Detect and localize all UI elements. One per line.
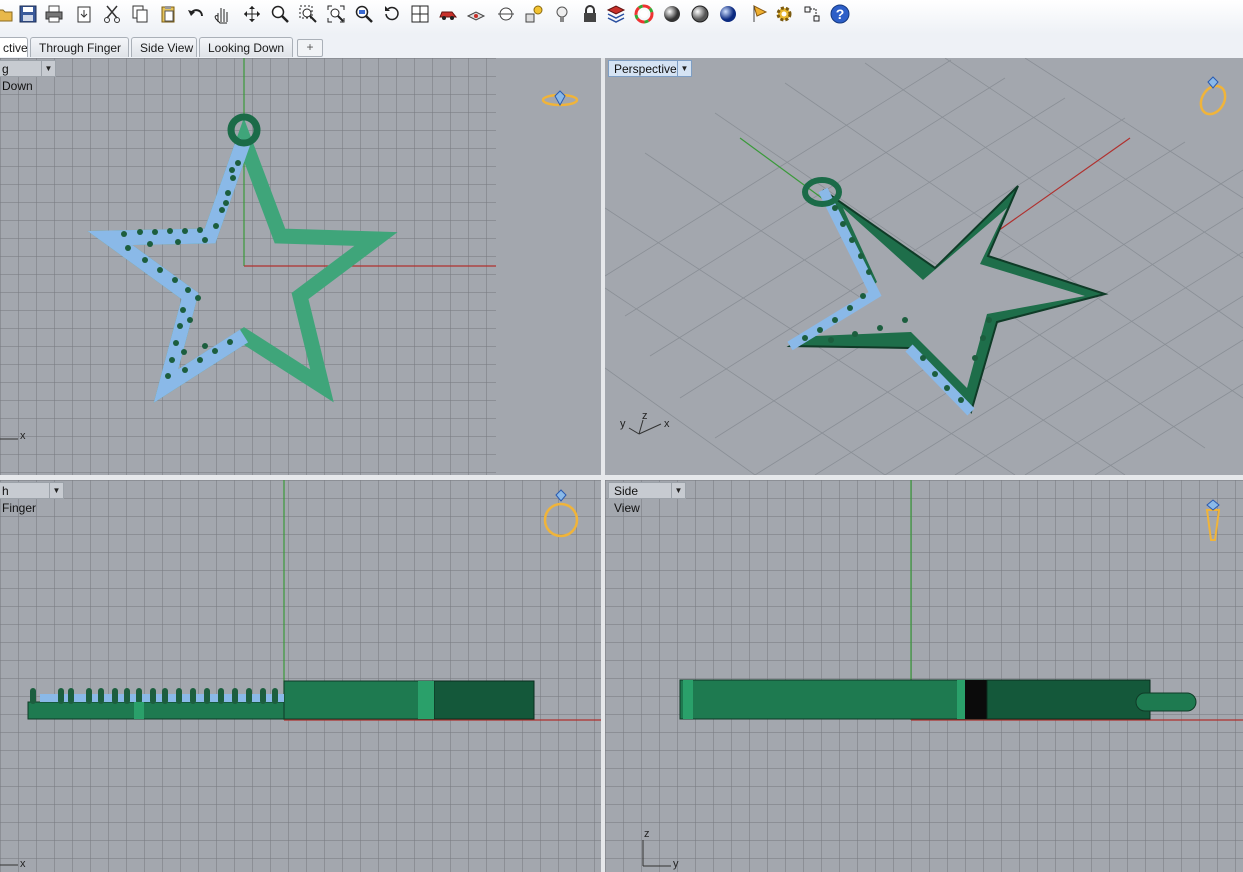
save-icon[interactable] [16, 2, 40, 26]
flag-icon[interactable] [748, 2, 772, 26]
zoom-icon[interactable] [268, 2, 292, 26]
chevron-down-icon[interactable]: ▼ [49, 483, 63, 498]
axis-z-label: z [644, 828, 650, 840]
viewport-title-looking-down[interactable]: g Down ▼ [0, 60, 56, 93]
zoom-extents-icon[interactable] [324, 2, 348, 26]
point-snap-icon[interactable] [494, 2, 518, 26]
axis-x-label: x [20, 858, 26, 870]
axis-x-label: x [664, 418, 670, 430]
rotate-view-icon[interactable] [380, 2, 404, 26]
tab-label: Side View [140, 41, 194, 55]
blue-sphere-icon[interactable] [716, 2, 740, 26]
cut-icon[interactable] [100, 2, 124, 26]
gem-pave-band [87, 137, 252, 403]
viewport-title-side-view[interactable]: Side View ▼ [608, 482, 686, 515]
viewport-title-text: g Down [2, 62, 33, 93]
viewport-title-text: Side View [614, 484, 640, 515]
four-viewports-icon[interactable] [408, 2, 432, 26]
dimension-icon[interactable] [800, 2, 824, 26]
viewport-looking-down[interactable]: x g Down ▼ [0, 58, 601, 475]
bail-ring-side [1135, 692, 1197, 712]
open-file-icon[interactable] [0, 2, 16, 26]
viewport-through-finger[interactable]: x h Finger ▼ [0, 480, 601, 872]
axis-y-label: y [673, 858, 679, 870]
tab-looking-down[interactable]: Looking Down [199, 37, 293, 57]
perspective-scene [605, 58, 1243, 475]
viewport-splitter-vertical[interactable] [601, 58, 605, 872]
star-inner-cutout [815, 208, 1085, 388]
viewport-title-perspective[interactable]: Perspective ▼ [608, 60, 692, 77]
chevron-down-icon[interactable]: ▼ [41, 61, 55, 76]
color-wheel-icon[interactable] [632, 2, 656, 26]
car-icon[interactable] [436, 2, 460, 26]
print-icon[interactable] [42, 2, 66, 26]
viewport-title-text: Perspective [614, 62, 677, 76]
viewport-title-text: h Finger [2, 484, 37, 515]
axis-gizmo [642, 840, 671, 867]
tab-label: Through Finger [39, 41, 122, 55]
viewport-perspective[interactable]: y z x Perspective ▼ [605, 58, 1243, 475]
chevron-down-icon[interactable]: ▼ [671, 483, 685, 498]
looking-down-scene [0, 58, 601, 475]
settings-gear-icon[interactable] [772, 2, 796, 26]
lock-icon[interactable] [578, 2, 602, 26]
tab-side-view[interactable]: Side View [131, 37, 197, 57]
ring-view-icon [1205, 499, 1221, 541]
chevron-down-icon[interactable]: ▼ [677, 61, 691, 76]
bulb-icon[interactable] [550, 2, 574, 26]
layers-icon[interactable] [604, 2, 628, 26]
tab-label: Looking Down [208, 41, 285, 55]
viewport-tab-bar: ctive Through Finger Side View Looking D… [0, 34, 1243, 59]
lights-icon[interactable] [522, 2, 546, 26]
axis-x-label: x [20, 430, 26, 442]
ring-view-icon [543, 489, 579, 538]
rendered-sphere-icon[interactable] [688, 2, 712, 26]
star-profile-left [27, 701, 285, 720]
axis-y-label: y [620, 418, 626, 430]
viewport-title-through-finger[interactable]: h Finger ▼ [0, 482, 64, 515]
star-profile-right [283, 680, 435, 720]
copy-icon[interactable] [128, 2, 152, 26]
viewport-splitter-horizontal[interactable] [0, 475, 1243, 480]
add-tab-button[interactable]: + [297, 39, 323, 57]
tab-perspective[interactable]: ctive [0, 37, 28, 57]
zoom-window-icon[interactable] [296, 2, 320, 26]
help-icon[interactable]: ? [828, 2, 852, 26]
axis-z-label: z [642, 410, 648, 422]
tab-label: ctive [3, 41, 28, 55]
tab-through-finger[interactable]: Through Finger [30, 37, 129, 57]
pan-icon[interactable] [210, 2, 234, 26]
axis-gizmo [628, 419, 662, 435]
zoom-selected-icon[interactable] [352, 2, 376, 26]
undo-icon[interactable] [184, 2, 208, 26]
viewport-side-view[interactable]: z y Side View ▼ [605, 480, 1243, 872]
svg-text:?: ? [836, 6, 845, 22]
add-tab-symbol: + [306, 40, 314, 54]
side-view-scene [642, 480, 1243, 867]
main-toolbar: ? [0, 0, 1243, 35]
import-icon[interactable] [72, 2, 96, 26]
shaded-sphere-icon[interactable] [660, 2, 684, 26]
through-finger-scene [0, 480, 601, 866]
ring-view-icon [1199, 76, 1227, 116]
paste-icon[interactable] [156, 2, 180, 26]
move-icon[interactable] [240, 2, 264, 26]
eye-icon[interactable] [464, 2, 488, 26]
